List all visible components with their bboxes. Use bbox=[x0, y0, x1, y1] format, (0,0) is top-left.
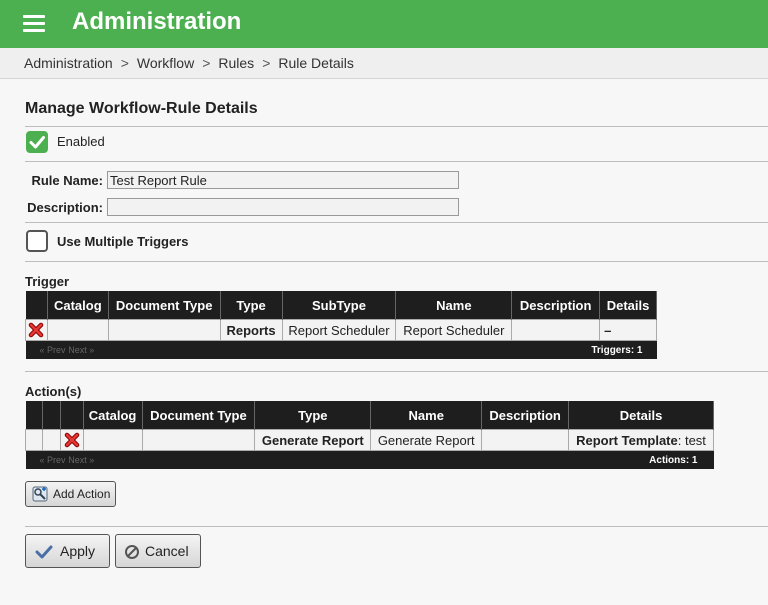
column-header[interactable]: Name bbox=[370, 401, 483, 430]
pager-next-link[interactable]: Next » bbox=[68, 345, 94, 355]
breadcrumb-item-rules[interactable]: Rules bbox=[218, 55, 254, 71]
app-title: Administration bbox=[72, 8, 242, 35]
details-value: : test bbox=[677, 432, 706, 448]
table-header-row: Catalog Document Type Type Name Descript… bbox=[25, 401, 714, 430]
cell-name: Generate Report bbox=[370, 429, 483, 451]
cell-document-type bbox=[141, 429, 256, 451]
column-header[interactable]: Type bbox=[254, 401, 372, 430]
table-row: Reports Report Scheduler Report Schedule… bbox=[25, 319, 657, 341]
breadcrumb-item-administration[interactable]: Administration bbox=[24, 55, 113, 71]
checkmark-icon bbox=[29, 136, 45, 149]
enabled-label: Enabled bbox=[57, 134, 105, 149]
column-header-handle bbox=[25, 401, 43, 430]
breadcrumb-separator: > bbox=[262, 55, 271, 71]
column-header-order bbox=[42, 401, 61, 430]
actions-table: Catalog Document Type Type Name Descript… bbox=[25, 401, 714, 469]
page-title: Manage Workflow-Rule Details bbox=[25, 100, 258, 117]
breadcrumb-separator: > bbox=[202, 55, 211, 71]
description-input[interactable] bbox=[107, 198, 459, 216]
column-header[interactable]: Details bbox=[568, 401, 714, 430]
checkmark-icon bbox=[35, 545, 53, 559]
column-header[interactable]: Description bbox=[511, 291, 601, 320]
breadcrumb-item-workflow[interactable]: Workflow bbox=[137, 55, 194, 71]
column-header[interactable]: Document Type bbox=[142, 401, 256, 430]
add-action-icon bbox=[32, 486, 48, 502]
column-header[interactable]: SubType bbox=[282, 291, 397, 320]
divider bbox=[25, 371, 768, 372]
cell-details: Report Template: test bbox=[568, 429, 714, 451]
breadcrumb: Administration > Workflow > Rules > Rule Detai… bbox=[24, 55, 354, 71]
divider bbox=[25, 126, 768, 127]
cell-catalog bbox=[82, 429, 143, 451]
column-header[interactable]: Catalog bbox=[47, 291, 109, 320]
delete-cell bbox=[25, 319, 48, 341]
cancel-icon bbox=[125, 545, 139, 559]
rule-name-input[interactable] bbox=[107, 171, 459, 189]
drag-handle-cell[interactable] bbox=[25, 429, 43, 451]
divider bbox=[25, 526, 768, 527]
cell-type: Generate Report bbox=[254, 429, 372, 451]
multiple-triggers-checkbox[interactable] bbox=[26, 230, 48, 252]
cancel-button[interactable]: Cancel bbox=[115, 534, 201, 568]
apply-button[interactable]: Apply bbox=[25, 534, 110, 568]
divider bbox=[25, 261, 768, 262]
actions-section-title: Action(s) bbox=[25, 384, 82, 399]
column-header[interactable]: Name bbox=[395, 291, 513, 320]
column-header-delete bbox=[60, 401, 84, 430]
add-action-button[interactable]: Add Action bbox=[25, 481, 116, 507]
table-header-row: Catalog Document Type Type SubType Name … bbox=[25, 291, 657, 320]
cell-subtype: Report Scheduler bbox=[281, 319, 397, 341]
trigger-table: Catalog Document Type Type SubType Name … bbox=[25, 291, 657, 359]
delete-x-icon[interactable] bbox=[64, 432, 80, 448]
cell-details: – bbox=[599, 319, 657, 341]
actions-count: Actions: 1 bbox=[649, 454, 698, 466]
breadcrumb-separator: > bbox=[120, 55, 129, 71]
multiple-triggers-label: Use Multiple Triggers bbox=[57, 234, 189, 249]
table-pager: « Prev Next » Actions: 1 bbox=[25, 450, 714, 469]
column-header[interactable]: Type bbox=[220, 291, 283, 320]
delete-x-icon[interactable] bbox=[28, 322, 44, 338]
breadcrumb-item-current: Rule Details bbox=[278, 55, 354, 71]
cancel-label: Cancel bbox=[145, 543, 189, 559]
order-cell bbox=[41, 429, 61, 451]
cell-description bbox=[511, 319, 601, 341]
trigger-section-title: Trigger bbox=[25, 274, 70, 289]
enabled-checkbox[interactable] bbox=[26, 131, 48, 153]
column-header[interactable]: Description bbox=[481, 401, 570, 430]
apply-label: Apply bbox=[60, 543, 96, 559]
cell-document-type bbox=[107, 319, 221, 341]
pager-prev-link[interactable]: « Prev bbox=[40, 345, 66, 355]
rule-name-label: Rule Name: bbox=[31, 173, 103, 188]
column-header-delete bbox=[25, 291, 48, 320]
trigger-count: Triggers: 1 bbox=[591, 344, 643, 356]
pager-next-link[interactable]: Next » bbox=[68, 455, 94, 465]
details-key: Report Template bbox=[576, 432, 678, 448]
column-header[interactable]: Document Type bbox=[108, 291, 221, 320]
pager-prev-link[interactable]: « Prev bbox=[40, 455, 66, 465]
delete-cell bbox=[59, 429, 84, 451]
breadcrumb-bar: Administration > Workflow > Rules > Rule Detai… bbox=[0, 48, 768, 79]
hamburger-menu-icon[interactable] bbox=[23, 15, 45, 33]
cell-description bbox=[481, 429, 570, 451]
column-header[interactable]: Details bbox=[599, 291, 657, 320]
column-header[interactable]: Catalog bbox=[83, 401, 143, 430]
add-action-label: Add Action bbox=[53, 487, 111, 501]
table-pager: « Prev Next » Triggers: 1 bbox=[25, 340, 657, 359]
table-row: Generate Report Generate Report Report T… bbox=[25, 429, 714, 451]
divider bbox=[25, 222, 768, 223]
description-label: Description: bbox=[27, 200, 103, 215]
app-header: Administration bbox=[0, 0, 768, 48]
cell-type: Reports bbox=[219, 319, 283, 341]
divider bbox=[25, 161, 768, 162]
cell-name: Report Scheduler bbox=[395, 319, 513, 341]
cell-catalog bbox=[46, 319, 109, 341]
